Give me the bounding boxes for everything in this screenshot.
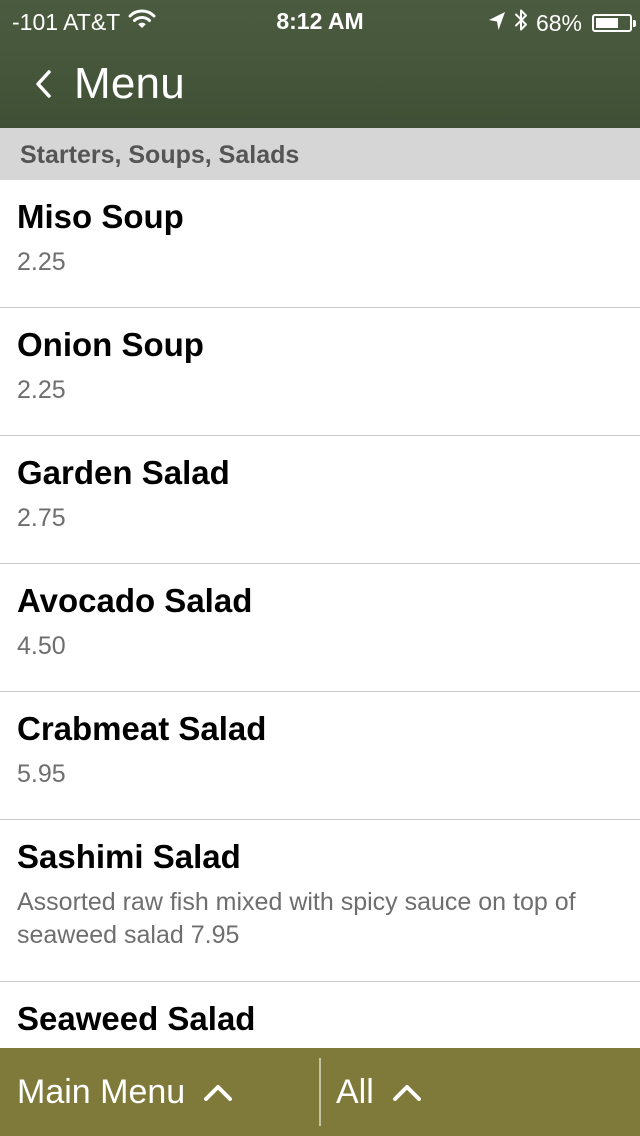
menu-item-sashimi-salad[interactable]: Sashimi Salad Assorted raw fish mixed wi… <box>0 820 640 982</box>
item-name: Crabmeat Salad <box>17 710 267 747</box>
menu-item-list: Miso Soup 2.25 Onion Soup 2.25 Garden Sa… <box>0 180 640 1112</box>
menu-item-onion-soup[interactable]: Onion Soup 2.25 <box>0 308 640 436</box>
section-header: Starters, Soups, Salads <box>0 128 640 180</box>
item-description: Assorted raw fish mixed with spicy sauce… <box>17 888 576 949</box>
location-arrow-icon <box>488 10 506 37</box>
chevron-up-icon <box>203 1073 233 1112</box>
item-name: Avocado Salad <box>17 582 253 619</box>
battery-level <box>596 18 618 28</box>
nav-bar: Menu <box>0 40 640 128</box>
item-price: 2.25 <box>17 248 66 276</box>
item-name: Sashimi Salad <box>17 838 241 875</box>
item-name: Garden Salad <box>17 454 230 491</box>
menu-item-garden-salad[interactable]: Garden Salad 2.75 <box>0 436 640 564</box>
item-name: Seaweed Salad <box>17 1000 256 1037</box>
item-price: 2.25 <box>17 376 66 404</box>
filter-label: All <box>336 1072 374 1111</box>
menu-item-crabmeat-salad[interactable]: Crabmeat Salad 5.95 <box>0 692 640 820</box>
battery-tip <box>633 20 636 27</box>
header: -101 AT&T 8:12 AM 68% Menu <box>0 0 640 128</box>
back-button[interactable]: Menu <box>34 54 185 114</box>
main-menu-button[interactable]: Main Menu <box>17 1048 233 1136</box>
item-name: Miso Soup <box>17 198 184 235</box>
chevron-left-icon <box>34 69 52 99</box>
battery-percent: 68% <box>535 9 582 36</box>
status-right: 68% <box>488 8 636 38</box>
menu-item-avocado-salad[interactable]: Avocado Salad 4.50 <box>0 564 640 692</box>
bluetooth-icon <box>514 8 528 38</box>
nav-title: Menu <box>74 59 185 108</box>
battery-icon <box>592 14 636 32</box>
main-menu-label: Main Menu <box>17 1072 186 1111</box>
item-name: Onion Soup <box>17 326 204 363</box>
status-bar: -101 AT&T 8:12 AM 68% <box>0 0 640 40</box>
item-price: 2.75 <box>17 504 66 532</box>
bottom-toolbar: Main Menu All <box>0 1048 640 1136</box>
item-price: 5.95 <box>17 760 66 788</box>
toolbar-divider <box>319 1058 321 1126</box>
item-price: 4.50 <box>17 632 66 660</box>
chevron-up-icon <box>392 1073 422 1112</box>
menu-item-miso-soup[interactable]: Miso Soup 2.25 <box>0 180 640 308</box>
app-screen: -101 AT&T 8:12 AM 68% Menu Starters, Sou… <box>0 0 640 1136</box>
filter-all-button[interactable]: All <box>336 1048 422 1136</box>
